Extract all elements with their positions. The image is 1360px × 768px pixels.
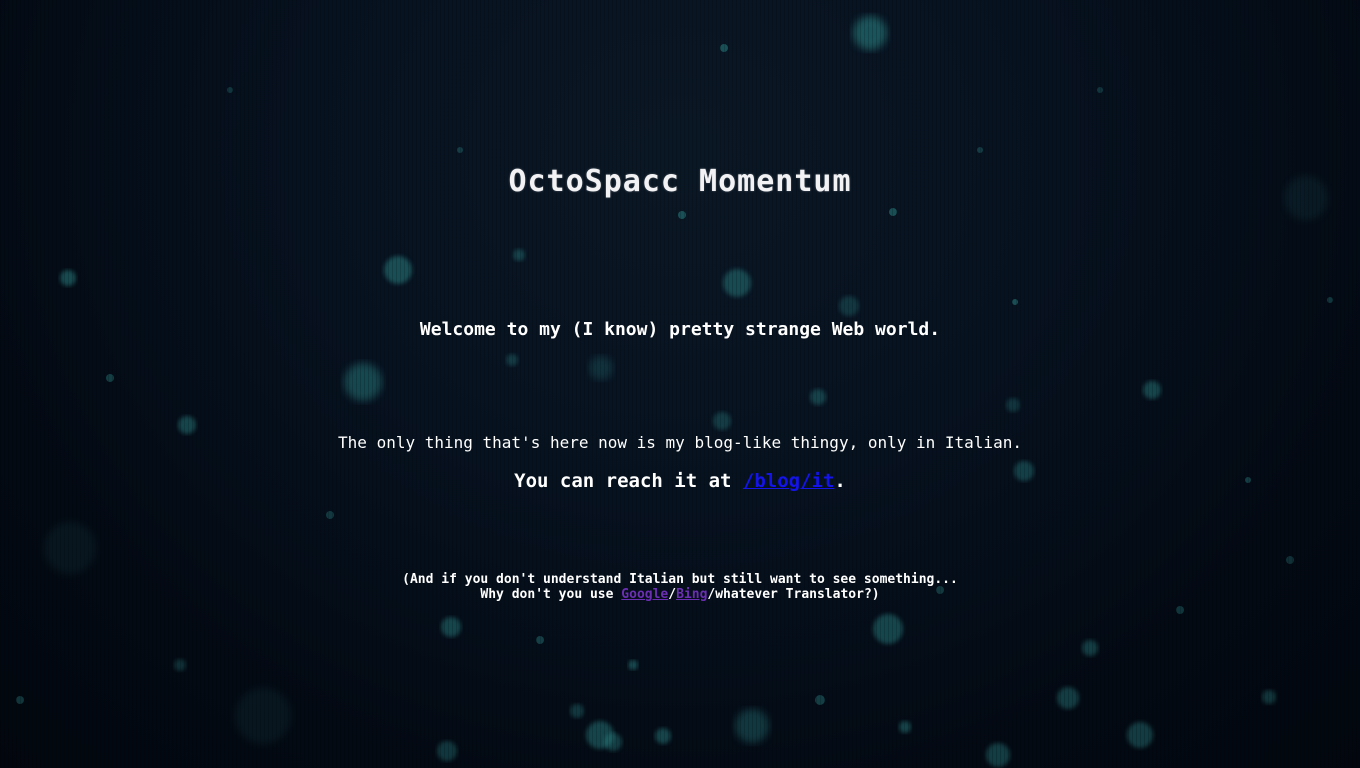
blog-link[interactable]: /blog/it — [743, 470, 835, 492]
note-line-2-suffix: /whatever Translator?) — [707, 587, 880, 602]
slash-separator: / — [668, 587, 677, 602]
google-translate-link[interactable]: Google — [621, 587, 668, 602]
note-line-1: (And if you don't understand Italian but… — [402, 572, 958, 587]
page-title: OctoSpacc Momentum — [508, 164, 852, 199]
blog-reach-line: You can reach it at /blog/it. — [0, 470, 1360, 492]
translator-note: (And if you don't understand Italian but… — [0, 572, 1360, 602]
reach-prefix: You can reach it at — [514, 470, 743, 492]
reach-suffix: . — [834, 470, 846, 492]
welcome-text: Welcome to my (I know) pretty strange We… — [419, 319, 941, 340]
bing-translate-link[interactable]: Bing — [676, 587, 707, 602]
blog-description: The only thing that's here now is my blo… — [338, 433, 1022, 452]
main-content: OctoSpacc Momentum Welcome to my (I know… — [0, 0, 1360, 768]
note-line-2-prefix: Why don't you use — [480, 587, 622, 602]
